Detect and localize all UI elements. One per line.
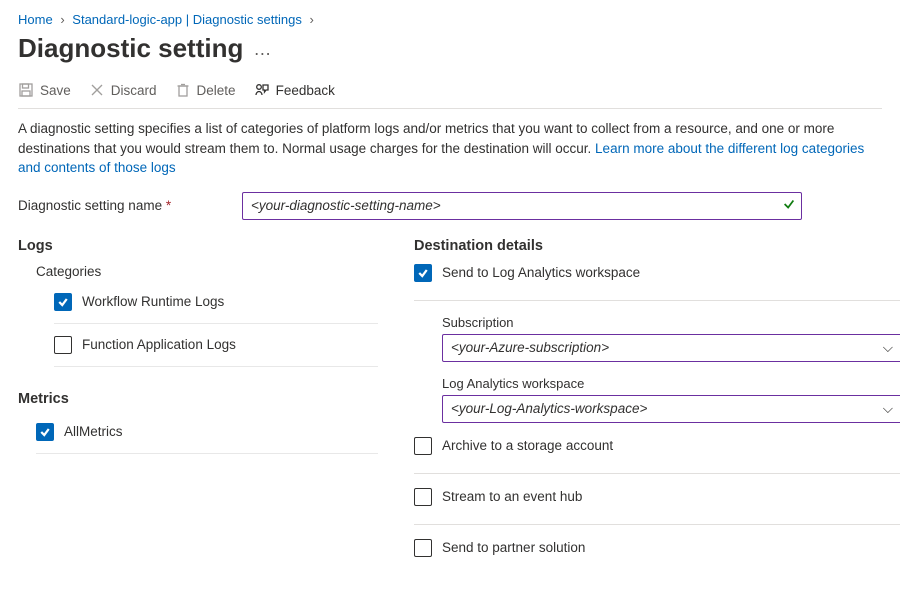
dest-eventhub[interactable]: Stream to an event hub [414,488,900,506]
divider [414,473,900,474]
discard-button[interactable]: Discard [89,82,157,98]
metric-label: AllMetrics [64,424,123,439]
more-icon[interactable]: … [253,44,271,54]
feedback-label: Feedback [276,83,335,98]
log-category-label: Function Application Logs [82,337,236,352]
divider [414,300,900,301]
checkbox-icon[interactable] [414,539,432,557]
x-icon [89,82,105,98]
chevron-right-icon: › [60,12,64,27]
dest-label: Archive to a storage account [442,438,613,453]
chevron-down-icon: ⌵ [883,401,893,417]
save-button[interactable]: Save [18,82,71,98]
dest-storage[interactable]: Archive to a storage account [414,437,900,455]
subscription-select[interactable]: <your-Azure-subscription> ⌵ [442,334,900,362]
command-bar: Save Discard Delete Feedback [18,82,882,109]
checkbox-icon[interactable] [36,423,54,441]
trash-icon [175,82,191,98]
checkbox-icon[interactable] [54,293,72,311]
log-category-label: Workflow Runtime Logs [82,294,224,309]
metrics-heading: Metrics [18,391,378,407]
chevron-down-icon: ⌵ [883,340,893,356]
subscription-label: Subscription [442,315,900,330]
checkbox-icon[interactable] [414,264,432,282]
setting-name-input[interactable] [242,192,802,220]
dest-log-analytics[interactable]: Send to Log Analytics workspace [414,264,900,282]
logs-heading: Logs [18,238,378,254]
validation-check-icon [782,197,796,214]
checkbox-icon[interactable] [414,437,432,455]
checkbox-icon[interactable] [54,336,72,354]
dest-label: Send to partner solution [442,540,585,555]
setting-name-label: Diagnostic setting name * [18,198,228,213]
dest-label: Send to Log Analytics workspace [442,265,640,280]
intro-text: A diagnostic setting specifies a list of… [18,119,882,178]
save-icon [18,82,34,98]
breadcrumb-parent[interactable]: Standard-logic-app | Diagnostic settings [72,12,302,27]
subscription-value: <your-Azure-subscription> [451,340,609,355]
save-label: Save [40,83,71,98]
log-category-function[interactable]: Function Application Logs [54,330,378,367]
feedback-button[interactable]: Feedback [254,82,335,98]
chevron-right-icon: › [309,12,313,27]
divider [414,524,900,525]
metric-allmetrics[interactable]: AllMetrics [36,417,378,454]
log-category-workflow[interactable]: Workflow Runtime Logs [54,287,378,324]
page-title: Diagnostic setting [18,33,243,64]
dest-label: Stream to an event hub [442,489,582,504]
categories-label: Categories [36,264,378,279]
breadcrumb: Home › Standard-logic-app | Diagnostic s… [18,12,882,27]
workspace-label: Log Analytics workspace [442,376,900,391]
discard-label: Discard [111,83,157,98]
feedback-icon [254,82,270,98]
workspace-select[interactable]: <your-Log-Analytics-workspace> ⌵ [442,395,900,423]
breadcrumb-home[interactable]: Home [18,12,53,27]
delete-button[interactable]: Delete [175,82,236,98]
workspace-value: <your-Log-Analytics-workspace> [451,401,647,416]
dest-partner[interactable]: Send to partner solution [414,539,900,557]
delete-label: Delete [197,83,236,98]
checkbox-icon[interactable] [414,488,432,506]
destination-heading: Destination details [414,238,900,254]
